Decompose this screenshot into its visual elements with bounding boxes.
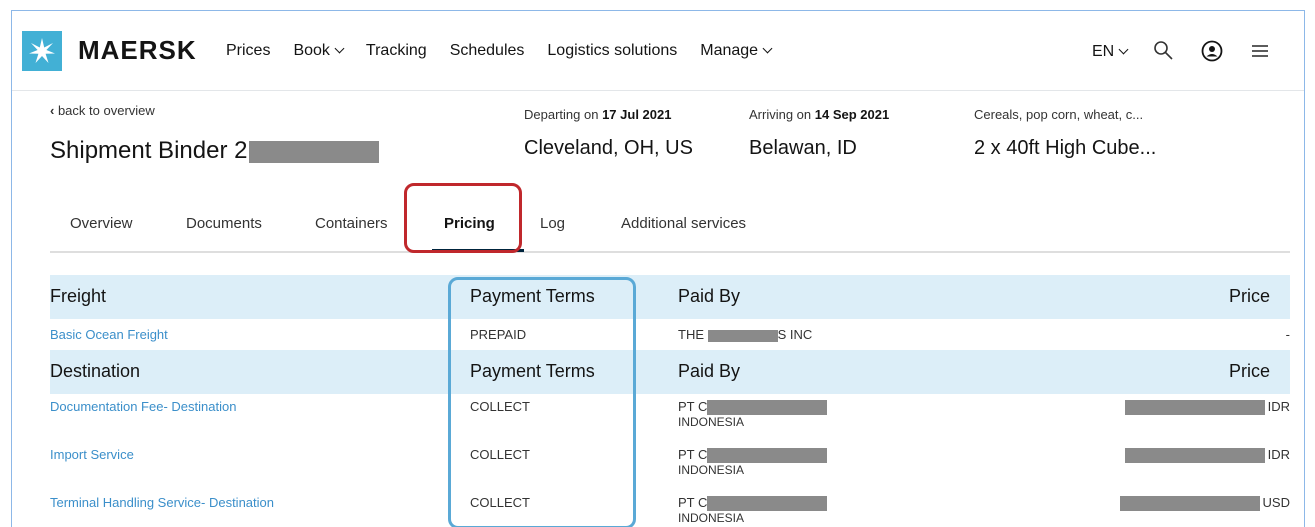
nav-item-logistics-solutions[interactable]: Logistics solutions <box>547 42 677 60</box>
language-selector[interactable]: EN <box>1092 43 1129 61</box>
column-paid-by: Paid By <box>678 361 741 381</box>
departing-label: Departing on 17 Jul 2021 <box>524 107 672 122</box>
charge-link[interactable]: Documentation Fee- Destination <box>50 399 236 414</box>
top-nav: MAERSK Prices Book Tracking Schedules Lo… <box>12 11 1304 91</box>
redacted-shipment-number <box>249 140 380 163</box>
charge-link[interactable]: Import Service <box>50 447 134 462</box>
paid-by-country: INDONESIA <box>678 511 745 525</box>
redacted-amount <box>1124 400 1265 416</box>
tab-overview[interactable]: Overview <box>70 215 133 232</box>
paid-by: PT C <box>678 399 828 416</box>
nav-item-book[interactable]: Book <box>293 42 345 60</box>
chevron-down-icon <box>1118 44 1129 55</box>
page-title: Shipment Binder 2 <box>50 137 380 165</box>
table-row: Basic Ocean Freight PREPAID THE S INC - <box>50 327 1290 349</box>
table-row: Import Service COLLECT PT C INDONESIA ID… <box>50 447 1290 487</box>
cargo-containers: 2 x 40ft High Cube... <box>974 137 1157 159</box>
price-value: - <box>1285 327 1290 342</box>
price-value: IDR <box>1124 447 1290 464</box>
tab-containers[interactable]: Containers <box>315 215 388 232</box>
chevron-down-icon <box>334 43 345 54</box>
cargo-description: Cereals, pop corn, wheat, c... <box>974 107 1144 122</box>
section-title: Destination <box>50 361 141 381</box>
section-title: Freight <box>50 286 107 306</box>
charge-link[interactable]: Terminal Handling Service- Destination <box>50 495 274 510</box>
table-row: Documentation Fee- Destination COLLECT P… <box>50 399 1290 439</box>
section-header-destination: Destination Payment Terms Paid By Price <box>50 350 1290 394</box>
brand-name[interactable]: MAERSK <box>78 35 197 66</box>
price-value: IDR <box>1124 399 1290 416</box>
paid-by: PT C <box>678 495 828 512</box>
nav-item-manage[interactable]: Manage <box>700 42 773 60</box>
arriving-label: Arriving on 14 Sep 2021 <box>749 107 890 122</box>
chevron-left-icon: ‹ <box>50 103 58 118</box>
charge-link[interactable]: Basic Ocean Freight <box>50 327 168 342</box>
chevron-down-icon <box>762 43 773 54</box>
app-window: MAERSK Prices Book Tracking Schedules Lo… <box>11 10 1305 527</box>
column-paid-by: Paid By <box>678 286 741 306</box>
redacted-amount <box>1124 448 1265 464</box>
menu-icon[interactable] <box>1245 36 1275 66</box>
table-row: Terminal Handling Service- Destination C… <box>50 495 1290 527</box>
tab-log[interactable]: Log <box>540 215 565 232</box>
tab-additional-services[interactable]: Additional services <box>621 215 746 232</box>
back-to-overview-link[interactable]: ‹ back to overview <box>50 103 155 118</box>
redacted-text <box>707 329 778 342</box>
redacted-text <box>707 496 828 512</box>
column-price: Price <box>1228 286 1270 306</box>
tab-documents[interactable]: Documents <box>186 215 262 232</box>
column-price: Price <box>1228 361 1270 381</box>
nav-tools: EN <box>1092 36 1293 66</box>
pricing-tab-highlight <box>404 183 522 253</box>
paid-by-country: INDONESIA <box>678 415 745 429</box>
payment-terms-highlight <box>448 277 636 527</box>
departing-place: Cleveland, OH, US <box>524 137 693 159</box>
redacted-text <box>707 400 828 416</box>
section-header-freight: Freight Payment Terms Paid By Price <box>50 275 1290 319</box>
paid-by: THE S INC <box>678 327 813 342</box>
arriving-place: Belawan, ID <box>749 137 857 159</box>
paid-by: PT C <box>678 447 828 464</box>
price-value: USD <box>1119 495 1290 512</box>
redacted-amount <box>1119 496 1260 512</box>
paid-by-country: INDONESIA <box>678 463 745 477</box>
nav-item-schedules[interactable]: Schedules <box>450 42 525 60</box>
star-icon[interactable] <box>22 31 62 71</box>
nav-item-tracking[interactable]: Tracking <box>366 42 427 60</box>
user-icon[interactable] <box>1197 36 1227 66</box>
redacted-text <box>707 448 828 464</box>
shipment-tabs: Overview Documents Containers Pricing Lo… <box>50 205 1290 253</box>
main-menu: Prices Book Tracking Schedules Logistics… <box>226 42 794 60</box>
search-icon[interactable] <box>1149 36 1179 66</box>
nav-item-prices[interactable]: Prices <box>226 42 270 60</box>
